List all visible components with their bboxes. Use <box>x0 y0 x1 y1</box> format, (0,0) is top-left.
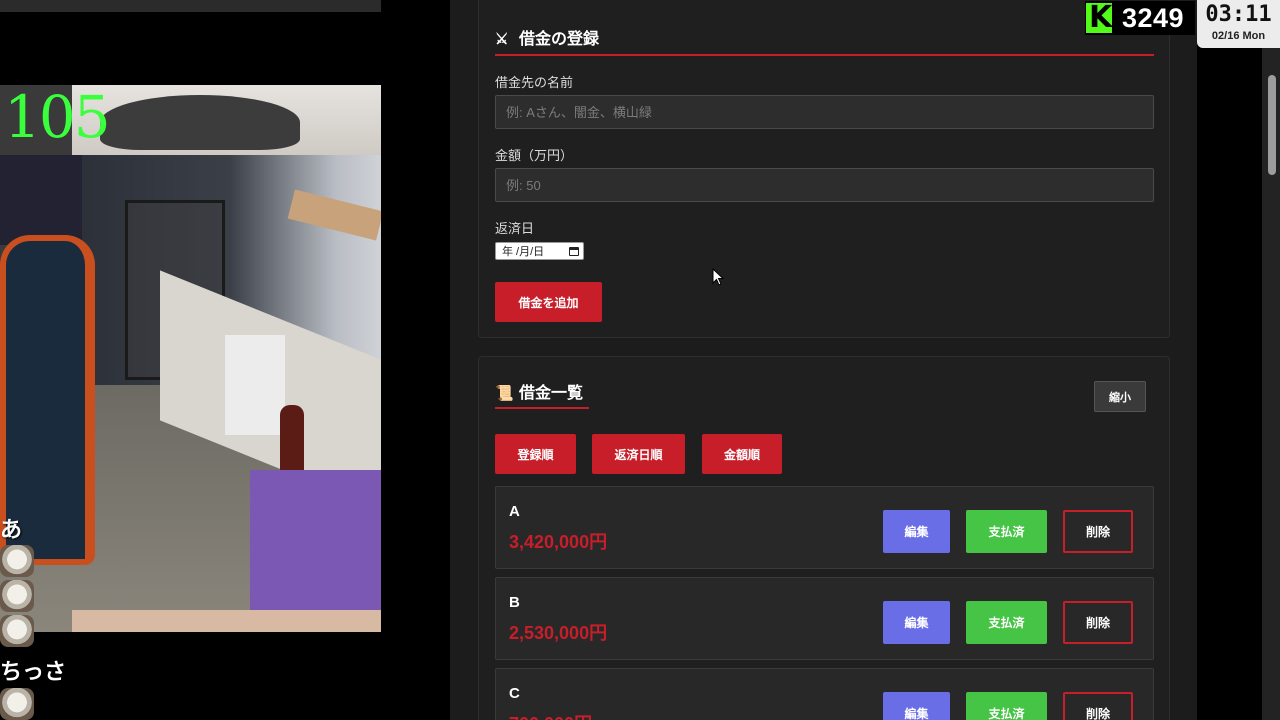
mark-paid-button[interactable]: 支払済 <box>966 601 1047 644</box>
debt-item-name: C <box>509 685 520 702</box>
due-date-value: 年 /月/日 <box>502 246 545 258</box>
debt-item: C 700,000円 編集 支払済 削除 <box>495 668 1154 720</box>
screen: 105 あ ちっさ ⚔ 借金の登録 借金先の名前 金額（万円） 返済日 年 /月/… <box>0 0 1280 720</box>
cat-emote-icon <box>0 545 34 577</box>
debt-item-name: B <box>509 594 520 611</box>
register-title-text: 借金の登録 <box>519 31 600 48</box>
list-title: 📜 借金一覧 <box>495 379 583 403</box>
overlay-top-bar <box>0 0 381 12</box>
list-title-text: 借金一覧 <box>519 385 584 402</box>
clock-date: 02/16 Mon <box>1211 30 1266 42</box>
delete-button[interactable]: 削除 <box>1063 692 1133 720</box>
debt-item: A 3,420,000円 編集 支払済 削除 <box>495 486 1154 569</box>
cam-container <box>225 335 285 435</box>
register-card: ⚔ 借金の登録 借金先の名前 金額（万円） 返済日 年 /月/日 借金を追加 <box>478 0 1170 338</box>
list-title-underline <box>495 407 589 409</box>
edit-button[interactable]: 編集 <box>883 601 950 644</box>
chat-message: ちっさ <box>0 659 67 684</box>
amount-input[interactable] <box>495 168 1154 202</box>
stream-counter: 105 <box>4 83 111 151</box>
mark-paid-button[interactable]: 支払済 <box>966 510 1047 553</box>
due-date-label: 返済日 <box>495 221 535 236</box>
clock-time: 03:11 <box>1205 2 1272 27</box>
kick-logo-icon <box>1086 1 1112 35</box>
viewer-count: 3249 <box>1122 2 1185 33</box>
webcam-feed <box>0 85 381 632</box>
creditor-name-input[interactable] <box>495 95 1154 129</box>
amount-label: 金額（万円） <box>495 148 574 163</box>
debt-item-name: A <box>509 503 520 520</box>
due-date-input[interactable]: 年 /月/日 <box>495 242 584 260</box>
debt-item-amount: 2,530,000円 <box>509 623 608 643</box>
debt-item-amount: 700,000円 <box>509 710 592 720</box>
debt-item-amount: 3,420,000円 <box>509 532 608 552</box>
scroll-icon: 📜 <box>495 385 514 402</box>
cam-hair <box>100 95 300 150</box>
name-label: 借金先の名前 <box>495 75 574 90</box>
debt-item: B 2,530,000円 編集 支払済 削除 <box>495 577 1154 660</box>
mark-paid-button[interactable]: 支払済 <box>966 692 1047 720</box>
collapse-button[interactable]: 縮小 <box>1094 381 1146 412</box>
calendar-icon[interactable] <box>569 246 579 256</box>
debt-manager-page: ⚔ 借金の登録 借金先の名前 金額（万円） 返済日 年 /月/日 借金を追加 📜 借… <box>450 0 1197 720</box>
mouse-cursor-icon <box>712 267 725 290</box>
viewer-counter: 3249 <box>1085 1 1195 35</box>
cat-emote-icon <box>0 580 34 612</box>
cam-face-strip <box>72 610 381 632</box>
register-title: ⚔ 借金の登録 <box>495 25 599 49</box>
title-underline <box>495 54 1154 56</box>
edit-button[interactable]: 編集 <box>883 692 950 720</box>
cam-play-mat <box>250 470 381 610</box>
cat-emote-icon <box>0 615 34 647</box>
sort-by-due-date-button[interactable]: 返済日順 <box>592 434 685 474</box>
sort-by-registration-button[interactable]: 登録順 <box>495 434 576 474</box>
scrollbar-thumb[interactable] <box>1268 75 1276 175</box>
cam-shelf <box>0 155 82 245</box>
chat-message: あ <box>0 517 23 542</box>
clock-widget: 03:11 02/16 Mon <box>1197 0 1280 48</box>
crossed-swords-icon: ⚔ <box>495 31 509 48</box>
cat-emote-icon <box>0 688 34 720</box>
cam-bottle <box>280 405 304 475</box>
debt-list-card: 📜 借金一覧 縮小 登録順 返済日順 金額順 A 3,420,000円 編集 支払… <box>478 356 1170 720</box>
add-debt-button[interactable]: 借金を追加 <box>495 282 602 322</box>
delete-button[interactable]: 削除 <box>1063 510 1133 553</box>
delete-button[interactable]: 削除 <box>1063 601 1133 644</box>
sort-by-amount-button[interactable]: 金額順 <box>702 434 782 474</box>
edit-button[interactable]: 編集 <box>883 510 950 553</box>
